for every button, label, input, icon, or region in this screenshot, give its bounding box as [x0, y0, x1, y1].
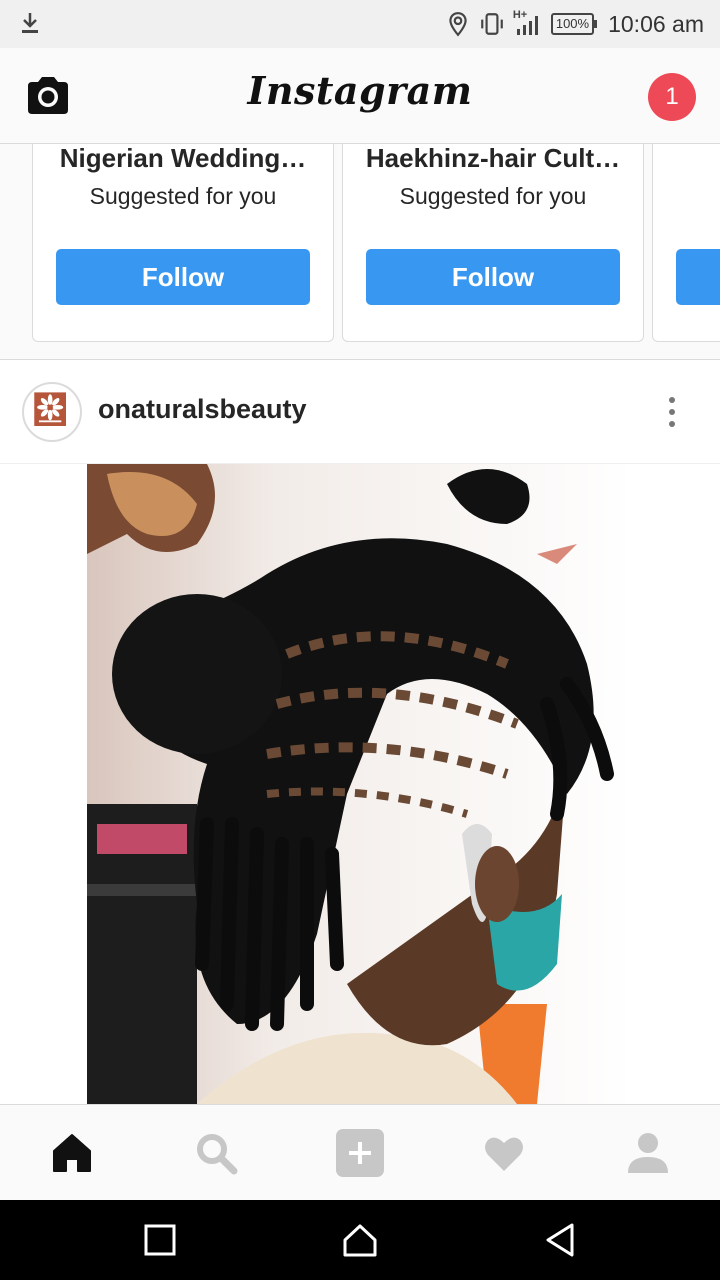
brand-logo-avatar — [34, 392, 66, 426]
suggestion-card-partial — [652, 144, 720, 342]
post-header: onaturalsbeauty — [0, 360, 720, 464]
home-icon[interactable] — [340, 1220, 380, 1260]
follow-button[interactable]: Follow — [366, 249, 620, 305]
suggestion-card: Haekhinz-hair Cult… Suggested for you Fo… — [342, 144, 644, 342]
more-options-icon[interactable] — [654, 394, 690, 430]
suggestion-name[interactable]: Haekhinz-hair Cult… — [353, 144, 633, 174]
hair-twists-photo — [87, 464, 633, 1104]
signal-icon: H+ — [513, 9, 543, 37]
suggestion-name[interactable]: Nigerian Wedding… — [43, 144, 323, 174]
recents-icon[interactable] — [140, 1220, 180, 1260]
avatar[interactable] — [22, 382, 82, 442]
suggestion-subtitle: Suggested for you — [399, 183, 587, 209]
suggestion-card: Nigerian Wedding… Suggested for you Foll… — [32, 144, 334, 342]
profile-icon[interactable] — [624, 1129, 672, 1177]
battery-indicator: 100% — [550, 13, 598, 35]
vibrate-icon — [481, 13, 503, 35]
notification-badge[interactable]: 1 — [648, 73, 696, 121]
post-image[interactable] — [0, 464, 720, 1104]
suggestion-subtitle: Suggested for you — [89, 183, 277, 209]
download-icon — [22, 13, 38, 33]
status-icons: H+ 100% 10:06 am — [445, 0, 704, 48]
suggestions-carousel[interactable]: Nigerian Wedding… Suggested for you Foll… — [0, 144, 720, 360]
search-icon[interactable] — [192, 1129, 240, 1177]
app-header: Instagram 1 — [0, 48, 720, 144]
home-icon[interactable] — [48, 1129, 96, 1177]
location-icon — [449, 12, 467, 37]
instagram-logo: Instagram — [247, 68, 473, 113]
clock: 10:06 am — [608, 10, 704, 37]
activity-heart-icon[interactable] — [480, 1129, 528, 1177]
back-icon[interactable] — [540, 1220, 580, 1260]
add-post-icon[interactable] — [336, 1129, 384, 1177]
follow-button[interactable]: Follow — [56, 249, 310, 305]
status-bar: H+ 100% 10:06 am — [0, 0, 720, 48]
bottom-tab-bar — [0, 1104, 720, 1200]
follow-button-partial[interactable] — [676, 249, 720, 305]
android-nav-bar — [0, 1200, 720, 1280]
post-username[interactable]: onaturalsbeauty — [98, 394, 307, 425]
